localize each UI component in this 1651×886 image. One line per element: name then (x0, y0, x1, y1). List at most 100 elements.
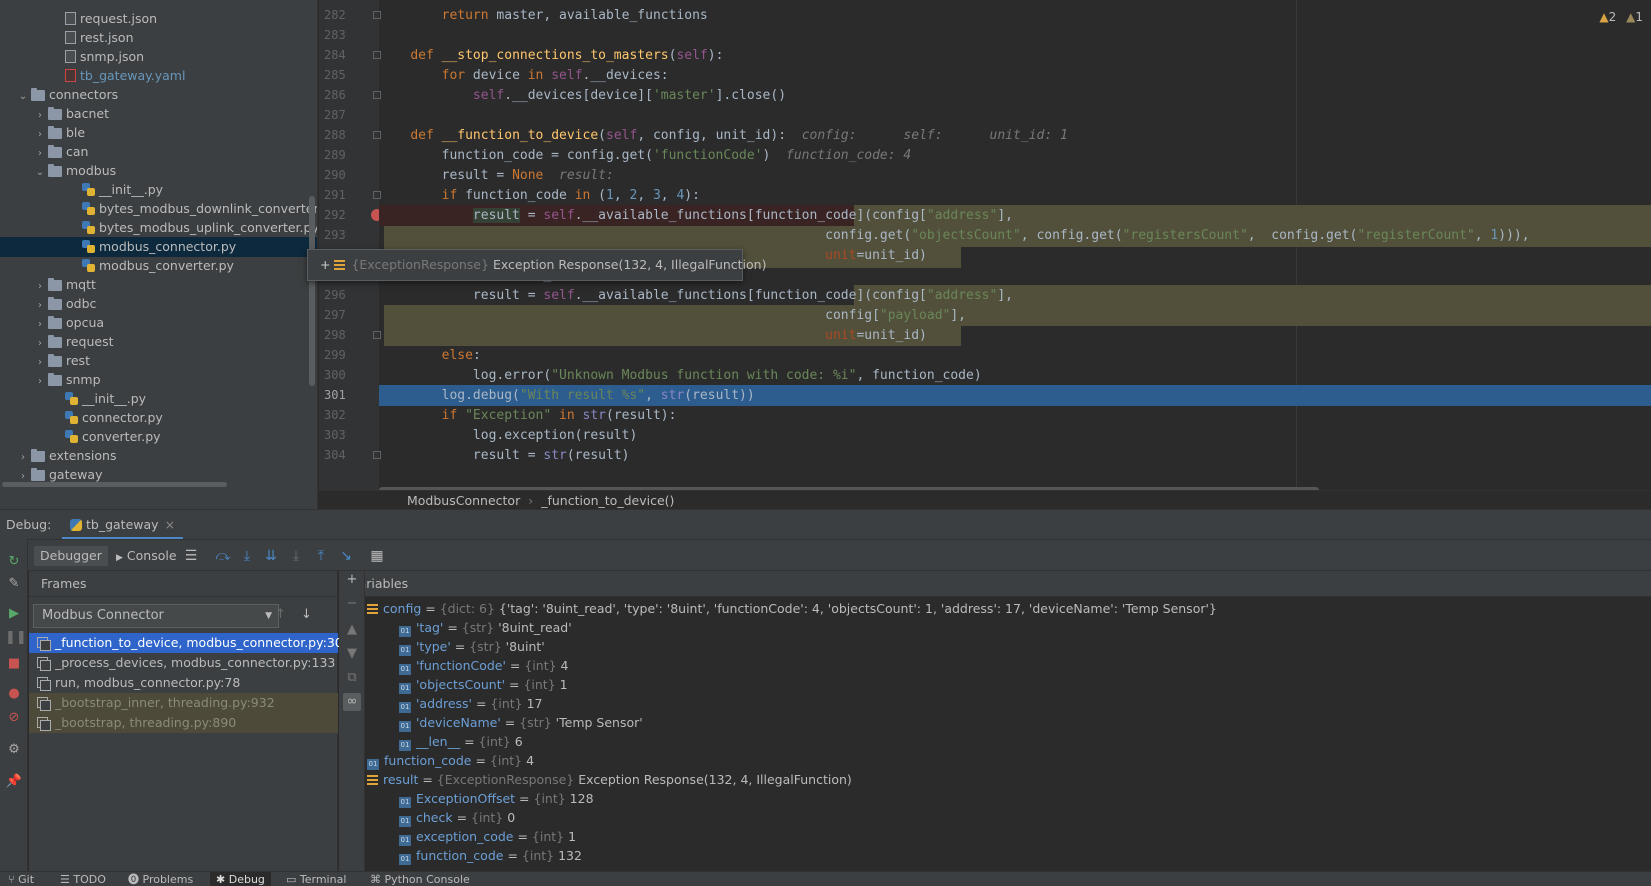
resume-icon[interactable]: ▶ (5, 605, 23, 623)
line-number[interactable]: 300 (319, 365, 363, 386)
code-line-288[interactable]: def __function_to_device(self, config, u… (379, 125, 1651, 146)
step-out-icon[interactable]: ⤒ (312, 547, 330, 565)
line-number[interactable]: 286 (319, 85, 363, 106)
frame-row[interactable]: _function_to_device, modbus_connector.py… (29, 633, 351, 653)
variable-row[interactable]: ⌄result = {ExceptionResponse} Exception … (365, 770, 852, 790)
step-into-my-code-icon[interactable]: ⇊ (262, 547, 280, 565)
line-number-gutter[interactable]: 2822832842852862872882892902912922932942… (319, 0, 383, 490)
tree-item[interactable]: bytes_modbus_downlink_converter.py (0, 199, 317, 219)
tree-item[interactable]: __init__.py (0, 180, 317, 200)
pin-icon[interactable]: 📌 (5, 773, 23, 791)
line-number[interactable]: 282 (319, 5, 363, 26)
code-line-296[interactable]: result = self.__available_functions[func… (379, 285, 1651, 306)
code-line-304[interactable]: result = str(result) (379, 445, 1651, 466)
line-number[interactable]: 291 (319, 185, 363, 206)
expand-icon[interactable]: + (320, 257, 330, 272)
line-number[interactable]: 293 (319, 225, 363, 246)
tree-item[interactable]: ⌄ connectors (0, 85, 317, 105)
tree-item[interactable]: modbus_connector.py (0, 237, 317, 257)
tree-item[interactable]: rest.json (0, 28, 317, 48)
line-number[interactable]: 302 (319, 405, 363, 426)
tool-window-git[interactable]: ⑂ Git (8, 872, 34, 886)
code-line-283[interactable] (379, 25, 1651, 46)
tree-item[interactable]: converter.py (0, 427, 317, 447)
tool-window-todo[interactable]: ☰ TODO (60, 872, 106, 886)
step-over-icon[interactable]: ⤼ (214, 547, 232, 565)
variable-row[interactable]: ⌄config = {dict: 6} {'tag': '8uint_read'… (365, 599, 1217, 619)
tree-item[interactable]: ⌄ modbus (0, 161, 317, 181)
tree-item[interactable]: › opcua (0, 313, 317, 333)
evaluate-expression-icon[interactable]: ▦ (368, 547, 386, 565)
remove-watch-icon[interactable]: − (343, 595, 361, 613)
list-menu-icon[interactable]: ☰ (182, 547, 200, 565)
code-line-300[interactable]: log.error("Unknown Modbus function with … (379, 365, 1651, 386)
line-number[interactable]: 284 (319, 45, 363, 66)
close-icon[interactable]: × (165, 517, 175, 532)
variable-row[interactable]: 01 'deviceName' = {str} 'Temp Sensor' (399, 713, 643, 733)
tool-window-problems[interactable]: ⓿ Problems (128, 872, 193, 886)
tree-item[interactable]: › rest (0, 351, 317, 371)
add-watch-icon[interactable]: + (343, 571, 361, 589)
tree-item[interactable]: bytes_modbus_uplink_converter.py (0, 218, 317, 238)
breadcrumb-method[interactable]: _function_to_device() (541, 493, 674, 508)
line-number[interactable]: 298 (319, 325, 363, 346)
line-number[interactable]: 283 (319, 25, 363, 46)
tree-item[interactable]: connector.py (0, 408, 317, 428)
tree-item[interactable]: › request (0, 332, 317, 352)
frame-row[interactable]: _process_devices, modbus_connector.py:13… (29, 653, 338, 673)
variable-row[interactable]: 01 'type' = {str} '8uint' (399, 637, 545, 657)
variable-row[interactable]: 01 function_code = {int} 4 (367, 751, 534, 771)
line-number[interactable]: 299 (319, 345, 363, 366)
move-up-icon[interactable]: ▲ (343, 621, 361, 639)
breadcrumb-class[interactable]: ModbusConnector (407, 493, 520, 508)
code-line-297[interactable]: config["payload"], (379, 305, 1651, 326)
line-number[interactable]: 290 (319, 165, 363, 186)
mute-breakpoints-icon[interactable]: ⊘ (5, 709, 23, 727)
variable-row[interactable]: 01 'address' = {int} 17 (399, 694, 543, 714)
variable-row[interactable]: 01 'objectsCount' = {int} 1 (399, 675, 568, 695)
stop-icon[interactable]: ■ (5, 655, 23, 673)
code-line-303[interactable]: log.exception(result) (379, 425, 1651, 446)
code-line-286[interactable]: self.__devices[device]['master'].close() (379, 85, 1651, 106)
project-horizontal-scrollbar[interactable] (2, 482, 227, 487)
variable-row[interactable]: 01 exception_code = {int} 1 (399, 827, 576, 847)
value-tooltip[interactable]: + {ExceptionResponse} Exception Response(… (307, 249, 766, 281)
code-line-284[interactable]: def __stop_connections_to_masters(self): (379, 45, 1651, 66)
frame-row[interactable]: run, modbus_connector.py:78 (29, 673, 338, 693)
force-step-into-icon[interactable]: ⤓ (287, 547, 305, 565)
variable-row[interactable]: 01 __len__ = {int} 6 (399, 732, 523, 752)
variable-row[interactable]: 01 ExceptionOffset = {int} 128 (399, 789, 594, 809)
code-line-292[interactable]: result = self.__available_functions[func… (379, 205, 1651, 226)
inspection-widget[interactable]: ▲2 ▲1 (1599, 10, 1643, 24)
line-number[interactable]: 288 (319, 125, 363, 146)
run-to-cursor-icon[interactable]: ↘ (337, 547, 355, 565)
line-number[interactable]: 297 (319, 305, 363, 326)
pause-icon[interactable]: ❚❚ (5, 629, 27, 647)
move-down-icon[interactable]: ▼ (343, 645, 361, 663)
tree-item[interactable]: › can (0, 142, 317, 162)
tool-window-debug[interactable]: ✱ Debug (210, 872, 271, 886)
line-number[interactable]: 303 (319, 425, 363, 446)
code-line-298[interactable]: unit=unit_id) (379, 325, 1651, 346)
code-line-301-execution-point[interactable]: log.debug("With result %s", str(result)) (379, 385, 1651, 406)
code-line-290[interactable]: result = None result: (379, 165, 1651, 186)
variable-row[interactable]: 01 function_code = {int} 132 (399, 846, 582, 866)
thread-select[interactable]: Modbus Connector ▼ (33, 604, 279, 628)
code-line-282[interactable]: return master, available_functions (379, 5, 1651, 26)
tab-console[interactable]: ▶ Console (110, 546, 183, 566)
view-breakpoints-icon[interactable]: ● (5, 685, 23, 703)
variable-row[interactable]: 01 'tag' = {str} '8uint_read' (399, 618, 572, 638)
line-number[interactable]: 289 (319, 145, 363, 166)
tree-item[interactable]: __init__.py (0, 389, 317, 409)
line-number[interactable]: 292 (319, 205, 363, 226)
code-line-287[interactable] (379, 105, 1651, 126)
tree-item[interactable]: › odbc (0, 294, 317, 314)
tree-item[interactable]: modbus_converter.py (0, 256, 317, 276)
debug-session-tab[interactable]: tb_gateway × (62, 510, 184, 540)
tree-item[interactable]: › snmp (0, 370, 317, 390)
line-number[interactable]: 287 (319, 105, 363, 126)
settings-icon[interactable]: ⚙ (5, 741, 23, 759)
tree-item[interactable]: › extensions (0, 446, 317, 466)
variable-row[interactable]: 01 check = {int} 0 (399, 808, 515, 828)
tab-debugger[interactable]: Debugger (34, 546, 108, 566)
